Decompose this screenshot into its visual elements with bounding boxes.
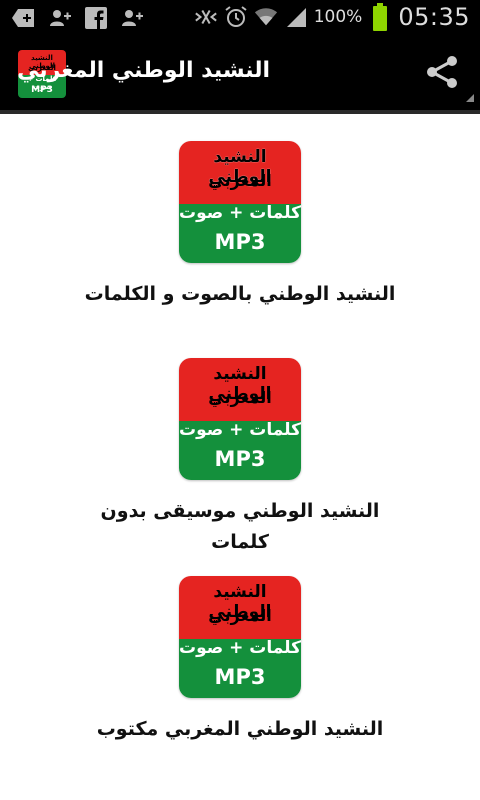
- battery-icon: [368, 3, 392, 31]
- item-label: النشيد الوطني موسيقى بدون كلمات: [100, 500, 380, 553]
- status-bar: 100% 05:35: [0, 0, 480, 38]
- facebook-icon: [84, 6, 108, 30]
- add-contact-icon-2: [120, 6, 144, 30]
- logo-line4: MP3: [31, 85, 53, 95]
- battery-percent: 100%: [313, 7, 363, 27]
- item-logo-icon: النشيد الوطني المغربي كلمات + صوت MP3: [179, 576, 301, 698]
- action-bar: النشيد الوطني المغربي كلمات + صوت MP3 ال…: [0, 38, 480, 114]
- logo-line2: المغربي: [208, 606, 272, 625]
- item-label: النشيد الوطني المغربي مكتوب: [96, 718, 384, 740]
- menu-list: النشيد الوطني المغربي كلمات + صوت MP3 ال…: [0, 114, 480, 800]
- logo-line2: المغربي: [208, 388, 272, 407]
- alarm-icon: [224, 5, 248, 29]
- share-icon: [424, 54, 460, 94]
- mute-icon: [194, 5, 218, 29]
- logo-line4: MP3: [214, 447, 266, 471]
- logo-line3: كلمات + صوت: [179, 203, 301, 223]
- logo-line4: MP3: [214, 230, 266, 254]
- logo-line2: المغربي: [208, 171, 272, 190]
- wifi-icon: [254, 5, 278, 29]
- logo-line3: كلمات + صوت: [179, 420, 301, 440]
- add-contact-icon: [48, 6, 72, 30]
- logo-line4: MP3: [214, 665, 266, 689]
- logo-line3: كلمات + صوت: [179, 638, 301, 658]
- share-button[interactable]: [422, 54, 462, 94]
- signal-icon: [284, 5, 308, 29]
- page-title: النشيد الوطني المغربي: [17, 58, 270, 83]
- item-logo-icon: النشيد الوطني المغربي كلمات + صوت MP3: [179, 358, 301, 480]
- clock: 05:35: [398, 3, 470, 31]
- item-logo-icon: النشيد الوطني المغربي كلمات + صوت MP3: [179, 141, 301, 263]
- item-label: النشيد الوطني بالصوت و الكلمات: [84, 283, 396, 305]
- overflow-indicator-icon: [466, 94, 474, 102]
- add-notification-icon: [12, 6, 36, 30]
